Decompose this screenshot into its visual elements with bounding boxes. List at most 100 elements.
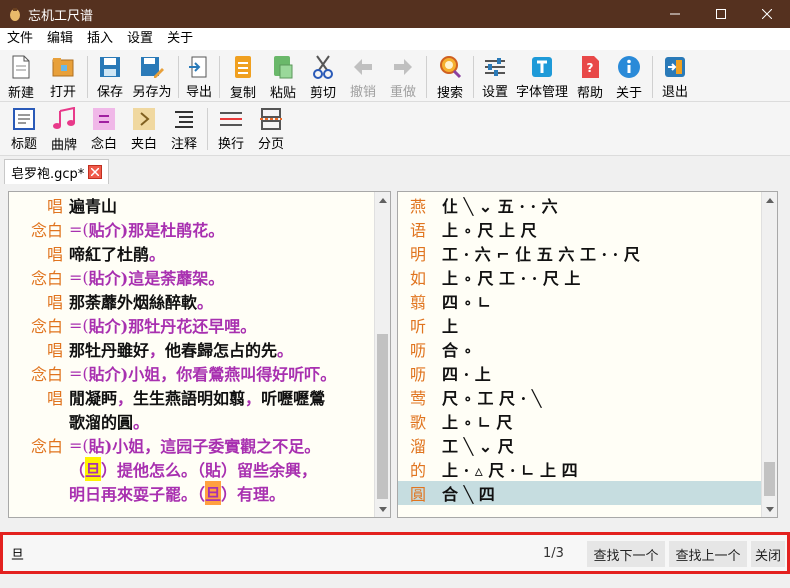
notation-line[interactable]: 莺尺 ∘ 工 尺 · ╲ — [398, 385, 762, 409]
notation-line[interactable]: 翦四 ∘ ∟ — [398, 289, 762, 313]
lyrics-scroll-thumb[interactable] — [377, 334, 388, 499]
open-button[interactable]: 打开 — [42, 50, 84, 100]
notation-scrollbar[interactable] — [761, 192, 777, 517]
lyric-line[interactable]: 唱那荼蘼外烟絲醉軟。 — [9, 289, 213, 313]
gongche-notes: 上 · ▵ 尺 · ∟ 上 四 — [442, 461, 578, 480]
comment-lines-icon — [171, 107, 197, 130]
lyric-line[interactable]: 念白 =(貼介)這是荼蘼架。 — [9, 265, 224, 289]
search-match: 旦 — [85, 457, 102, 481]
lyric-text: （ — [69, 461, 86, 480]
undo-icon — [350, 55, 376, 78]
lyrics-editor[interactable]: 唱遍青山 念白 =(贴介)那是杜鹃花。唱啼紅了杜鹃。念白 =(貼介)這是荼蘼架。唱那荼… — [8, 191, 391, 518]
help-button[interactable]: ? 帮助 — [571, 50, 609, 101]
find-previous-button[interactable]: 查找上一个 — [669, 541, 747, 567]
lyric-line[interactable]: 念白 =(貼介)小姐，你看鶯燕叫得好听吓。 — [9, 361, 336, 385]
lyric-line[interactable]: 念白 =(貼介)那牡丹花还早哩。 — [9, 313, 256, 337]
lyric-line[interactable]: 念白 =(贴介)那是杜鹃花。 — [9, 217, 224, 241]
gongche-notes: 仩 ╲ ⌄ 五 · · 六 — [442, 197, 558, 216]
notation-line[interactable]: 呖合 ∘ — [398, 337, 762, 361]
lyric-text: 。 — [197, 293, 214, 312]
gongche-notes: 合 ∘ — [442, 341, 472, 360]
notation-line[interactable]: 明工 · 六 ⌐ 仩 五 六 工 · · 尺 — [398, 241, 762, 265]
cut-button[interactable]: 剪切 — [303, 50, 343, 101]
menu-insert[interactable]: 插入 — [80, 28, 120, 50]
save-as-icon — [139, 55, 165, 78]
minimize-button[interactable] — [652, 0, 698, 28]
role-label: 念白 — [30, 221, 63, 240]
insert-jiabai-button[interactable]: 夹白 — [124, 102, 164, 152]
open-folder-icon — [50, 55, 76, 78]
insert-title-button[interactable]: 标题 — [4, 102, 44, 152]
info-icon — [616, 55, 642, 79]
about-button[interactable]: 关于 — [609, 50, 649, 101]
lyric-line[interactable]: （旦）提他怎么。（貼）留些余興， — [9, 457, 317, 481]
help-icon: ? — [577, 55, 603, 79]
find-next-button[interactable]: 查找下一个 — [587, 541, 665, 567]
export-icon — [186, 55, 212, 78]
document-tab-label: 皂罗袍.gcp* — [11, 166, 85, 182]
lyric-text: 閒凝眄 — [69, 389, 118, 408]
notation-line[interactable]: 的上 · ▵ 尺 · ∟ 上 四 — [398, 457, 762, 481]
notation-line[interactable]: 语上 ∘ 尺 上 尺 — [398, 217, 762, 241]
scroll-up-icon[interactable] — [375, 192, 390, 208]
notation-line[interactable]: 燕仩 ╲ ⌄ 五 · · 六 — [398, 193, 762, 217]
scroll-down-icon[interactable] — [762, 501, 777, 517]
save-as-button[interactable]: 另存为 — [129, 50, 175, 100]
undo-button[interactable]: 撤销 — [343, 50, 383, 100]
lyric-line[interactable]: 念白 =(貼)小姐，這园子委實觀之不足。 — [9, 433, 320, 457]
notation-line[interactable]: 溜工 ╲ ⌄ 尺 — [398, 433, 762, 457]
notation-line-selected[interactable]: 圓合 ╲ 四 — [398, 481, 762, 505]
insert-qupai-button[interactable]: 曲牌 — [44, 102, 84, 153]
lyric-line[interactable]: 歌溜的圓。 — [9, 409, 149, 433]
lyrics-scrollbar[interactable] — [374, 192, 390, 517]
search-button[interactable]: 搜索 — [430, 50, 470, 101]
status-strip — [0, 574, 790, 588]
copy-button[interactable]: 复制 — [223, 50, 263, 101]
menu-edit[interactable]: 编辑 — [40, 28, 80, 50]
save-icon — [97, 55, 123, 78]
settings-button[interactable]: 设置 — [477, 50, 513, 100]
lyric-line[interactable]: 唱那牡丹雖好，他春歸怎占的先。 — [9, 337, 293, 361]
menu-file[interactable]: 文件 — [0, 28, 40, 50]
paste-button[interactable]: 粘贴 — [263, 50, 303, 101]
lyric-line[interactable]: 明日再來耍子罷。（旦）有理。 — [9, 481, 285, 505]
maximize-button[interactable] — [698, 0, 744, 28]
notation-scroll-thumb[interactable] — [764, 462, 775, 496]
lyric-character: 溜 — [409, 437, 426, 456]
notation-line[interactable]: 歌上 ∘ ∟ 尺 — [398, 409, 762, 433]
insert-nianbai-button[interactable]: 念白 — [84, 102, 124, 152]
exit-button[interactable]: 退出 — [656, 50, 694, 100]
new-file-icon — [8, 55, 34, 79]
page-break-button[interactable]: 分页 — [251, 102, 291, 152]
gongche-notes: 上 — [442, 317, 459, 336]
find-input[interactable] — [11, 543, 351, 563]
menu-settings[interactable]: 设置 — [120, 28, 160, 50]
find-close-button[interactable]: 关闭 — [751, 541, 785, 567]
lyric-text: 。 — [149, 245, 166, 264]
lyric-text: 听嚦嚦鶯 — [261, 389, 326, 408]
gongche-notes: 合 ╲ 四 — [442, 485, 495, 504]
redo-button[interactable]: 重做 — [383, 50, 423, 100]
menu-about[interactable]: 关于 — [160, 28, 200, 50]
notation-line[interactable]: 听上 — [398, 313, 762, 337]
scroll-down-icon[interactable] — [375, 501, 390, 517]
notation-editor[interactable]: 燕仩 ╲ ⌄ 五 · · 六语上 ∘ 尺 上 尺明工 · 六 ⌐ 仩 五 六 工… — [397, 191, 778, 518]
notation-line[interactable]: 如上 ∘ 尺 工 · · 尺 上 — [398, 265, 762, 289]
font-manager-button[interactable]: 字体管理 — [513, 50, 571, 100]
save-button[interactable]: 保存 — [91, 50, 129, 100]
document-tab[interactable]: 皂罗袍.gcp* — [4, 159, 110, 184]
role-label: 唱 — [46, 293, 63, 312]
title-icon — [11, 107, 37, 130]
lyric-line[interactable]: 唱啼紅了杜鹃。 — [9, 241, 165, 265]
export-button[interactable]: 导出 — [182, 50, 216, 100]
lyric-line[interactable]: 唱閒凝眄，生生燕語明如翦，听嚦嚦鶯 — [9, 385, 325, 409]
notation-line[interactable]: 呖四 · 上 — [398, 361, 762, 385]
line-break-button[interactable]: 换行 — [211, 102, 251, 152]
scroll-up-icon[interactable] — [762, 192, 777, 208]
close-tab-icon[interactable] — [88, 165, 103, 179]
new-button[interactable]: 新建 — [0, 50, 42, 101]
insert-comment-button[interactable]: 注释 — [164, 102, 204, 152]
window-title: 忘机工尺谱 — [28, 8, 94, 24]
close-window-button[interactable] — [744, 0, 790, 28]
lyric-line[interactable]: 唱遍青山 — [9, 193, 117, 217]
